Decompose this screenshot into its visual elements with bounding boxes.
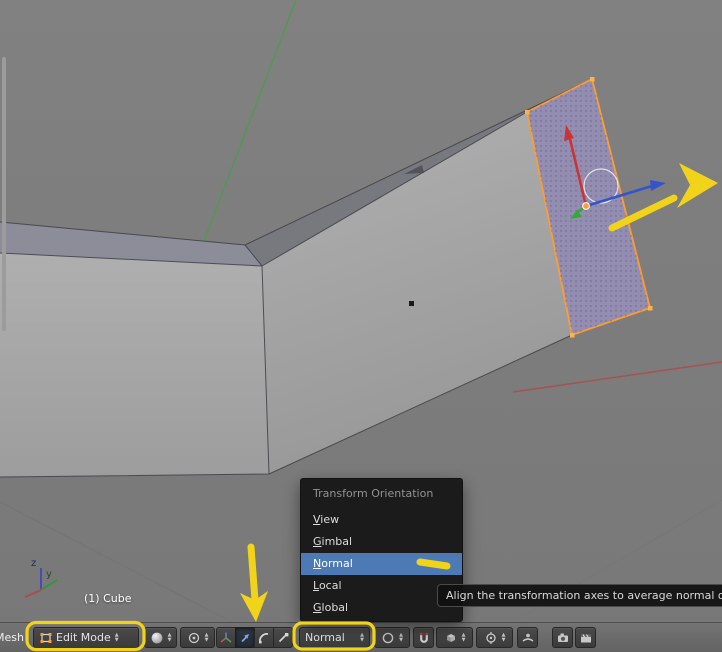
mode-selector[interactable]: Edit Mode ▲ ▼ (33, 627, 139, 648)
toolbar-scroll-strip[interactable] (2, 57, 6, 331)
mesh-face-slab-front[interactable] (0, 253, 269, 477)
tooltip: Align the transformation axes to average… (437, 584, 722, 607)
manipulator-axis-icon (220, 632, 232, 643)
snap-target-dropdown[interactable]: ▲ ▼ (476, 627, 513, 648)
menu-item-gimbal[interactable]: Gimbal (301, 531, 462, 553)
orientation-selector[interactable]: Normal ▲ ▼ (299, 627, 370, 648)
combo-arrows-icon: ▲ ▼ (399, 632, 403, 643)
viewport-shading-dropdown[interactable]: ▲ ▼ (144, 627, 177, 648)
combo-arrows-icon: ▲ ▼ (360, 632, 364, 643)
opengl-render-button[interactable] (552, 627, 573, 648)
grid-x-axis-red (512, 361, 722, 393)
opengl-render-animation-clapper-icon (580, 633, 591, 642)
combo-arrows-icon: ▲ ▼ (501, 632, 506, 643)
object-origin-dot (409, 301, 414, 306)
scale-manipulator-button[interactable] (273, 627, 293, 648)
mini-axis-y-line (40, 579, 58, 591)
opengl-render-animation-button[interactable] (575, 627, 596, 648)
combo-arrows-icon: ▲ ▼ (167, 632, 172, 643)
rotate-manipulator-icon (259, 632, 269, 643)
pivot-point-icon (188, 632, 199, 643)
combo-arrows-icon: ▲ ▼ (461, 632, 466, 643)
snap-magnet-toggle[interactable] (413, 627, 434, 648)
gizmo-center-dot (582, 202, 590, 210)
grid-y-axis-green (203, 0, 297, 242)
mini-axis-z-label: z (31, 558, 36, 569)
snap-element-cube-icon (446, 633, 455, 642)
menu-item-view[interactable]: View (301, 509, 462, 531)
combo-arrows-icon: ▲ ▼ (114, 632, 119, 643)
orientation-selector-label: Normal (305, 631, 345, 644)
snap-magnet-icon (419, 632, 428, 643)
viewport-shading-sphere-icon (151, 632, 162, 643)
proportional-editing-dropdown[interactable]: ▲ ▼ (374, 627, 410, 648)
mini-axis-y-label: y (46, 569, 52, 580)
snap-target-icon (485, 631, 496, 644)
manipulator-button-group (216, 627, 293, 648)
snap-project-toggle[interactable] (517, 627, 538, 648)
viewport-header: Mesh Edit Mode ▲▼ ▲▼ (0, 622, 722, 652)
blender-3d-viewport-window: z y (1) Cube Transform Orientation View … (0, 0, 722, 652)
scale-manipulator-icon (278, 632, 289, 642)
object-info-label: (1) Cube (84, 592, 132, 605)
menu-item-normal[interactable]: Normal (301, 553, 462, 575)
mini-axis-widget: z y (24, 558, 58, 598)
pivot-point-dropdown[interactable]: ▲ ▼ (180, 627, 215, 648)
rotate-manipulator-button[interactable] (254, 627, 274, 648)
mini-axis-x-line (24, 589, 42, 598)
combo-arrows-icon: ▲ ▼ (204, 632, 209, 643)
editmode-cube-icon (40, 632, 52, 643)
mode-selector-label: Edit Mode (56, 631, 111, 644)
proportional-editing-icon (382, 632, 394, 643)
gizmo-normal-x-arrowhead[interactable] (650, 180, 666, 191)
snap-element-dropdown[interactable]: ▲ ▼ (436, 627, 473, 648)
manipulator-toggle-button[interactable] (216, 627, 236, 648)
translate-manipulator-icon (241, 633, 249, 642)
translate-manipulator-button[interactable] (235, 627, 255, 648)
opengl-render-camera-icon (557, 633, 568, 642)
menu-title: Transform Orientation (313, 487, 434, 500)
snap-project-icon (522, 633, 533, 642)
mesh-menu[interactable]: Mesh (0, 623, 24, 652)
